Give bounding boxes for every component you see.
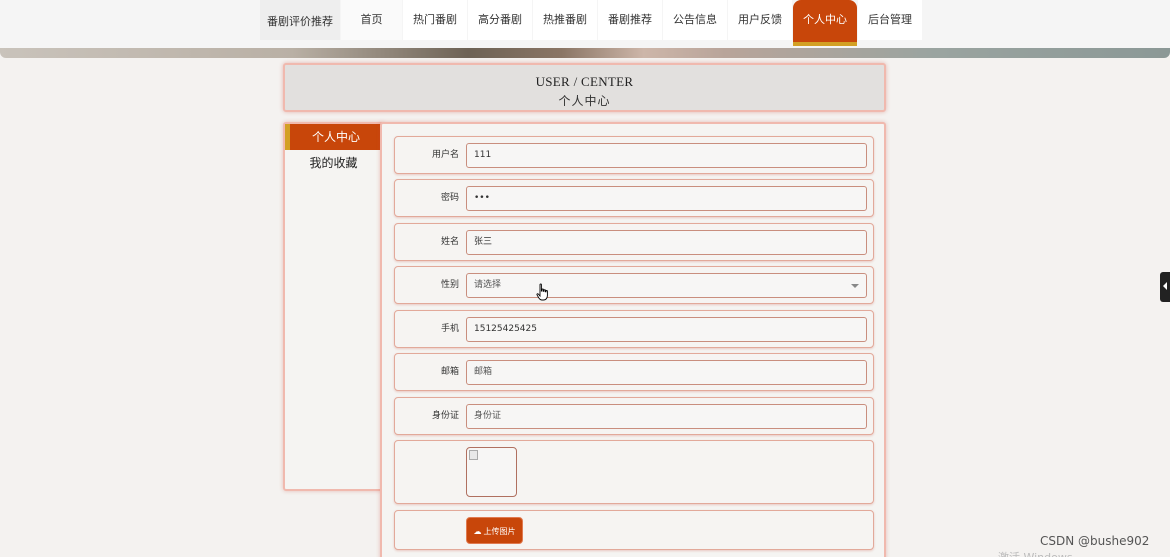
form-row-password: 密码 ••• (394, 179, 874, 217)
form-row-name: 姓名 张三 (394, 223, 874, 261)
username-input[interactable]: 111 (466, 143, 867, 168)
form-row-gender: 性别 请选择 (394, 266, 874, 304)
nav-item-user-center[interactable]: 个人中心 (793, 0, 857, 46)
page-title-cn: 个人中心 (558, 94, 611, 108)
email-input[interactable]: 邮箱 (466, 360, 867, 385)
nav-item-trending[interactable]: 热推番剧 (533, 0, 597, 40)
nav-item-feedback[interactable]: 用户反馈 (728, 0, 792, 40)
upload-image-button[interactable]: ☁ 上传图片 (466, 517, 523, 544)
nav-item-home[interactable]: 首页 (341, 0, 402, 40)
password-input[interactable]: ••• (466, 186, 867, 211)
idcard-input[interactable]: 身份证 (466, 404, 867, 429)
form-row-upload: ☁ 上传图片 (394, 510, 874, 550)
chevron-left-icon (1163, 282, 1167, 290)
phone-input[interactable]: 15125425425 (466, 317, 867, 342)
nav-menu: 首页 热门番剧 高分番剧 热推番剧 番剧推荐 公告信息 用户反馈 个人中心 后台… (341, 0, 923, 46)
name-label: 姓名 (440, 237, 459, 247)
form-row-email: 邮箱 邮箱 (394, 353, 874, 391)
name-input[interactable]: 张三 (466, 230, 867, 255)
side-item-user-center[interactable]: 个人中心 (285, 124, 382, 150)
side-menu: 个人中心 我的收藏 (283, 122, 384, 491)
broken-image-icon (469, 450, 478, 460)
nav-item-admin[interactable]: 后台管理 (858, 0, 922, 40)
chevron-down-icon (851, 284, 859, 288)
form-row-username: 用户名 111 (394, 136, 874, 174)
gender-select[interactable]: 请选择 (466, 273, 867, 298)
os-activation-notice: 激活 Windows (998, 549, 1073, 557)
cloud-upload-icon: ☁ (473, 527, 482, 536)
password-label: 密码 (440, 193, 459, 203)
form-row-idcard: 身份证 身份证 (394, 397, 874, 435)
nav-item-recommend[interactable]: 番剧推荐 (598, 0, 662, 40)
watermark: CSDN @bushe902 (1040, 534, 1150, 548)
avatar-preview (466, 447, 517, 497)
phone-label: 手机 (440, 324, 459, 334)
nav-item-hot[interactable]: 热门番剧 (403, 0, 467, 40)
idcard-label: 身份证 (431, 411, 459, 421)
form-row-avatar (394, 440, 874, 504)
site-brand[interactable]: 番剧评价推荐 (260, 0, 340, 40)
username-label: 用户名 (431, 150, 459, 160)
page-title-en: USER / CENTER (535, 74, 634, 89)
profile-form: 用户名 111 密码 ••• 姓名 张三 性别 请选择 手机 151254254… (380, 122, 886, 557)
top-nav: 番剧评价推荐 首页 热门番剧 高分番剧 热推番剧 番剧推荐 公告信息 用户反馈 … (0, 0, 1170, 48)
gender-label: 性别 (440, 280, 459, 290)
side-item-favorites[interactable]: 我的收藏 (285, 150, 382, 176)
gender-select-value: 请选择 (474, 280, 502, 290)
form-row-phone: 手机 15125425425 (394, 310, 874, 348)
nav-item-announcements[interactable]: 公告信息 (663, 0, 727, 40)
page-header: USER / CENTER 个人中心 (283, 63, 886, 112)
upload-button-label: 上传图片 (483, 527, 516, 536)
hand-pointer-icon (536, 283, 548, 301)
email-label: 邮箱 (440, 367, 459, 377)
side-drawer-handle[interactable] (1160, 272, 1170, 302)
nav-item-high-score[interactable]: 高分番剧 (468, 0, 532, 40)
